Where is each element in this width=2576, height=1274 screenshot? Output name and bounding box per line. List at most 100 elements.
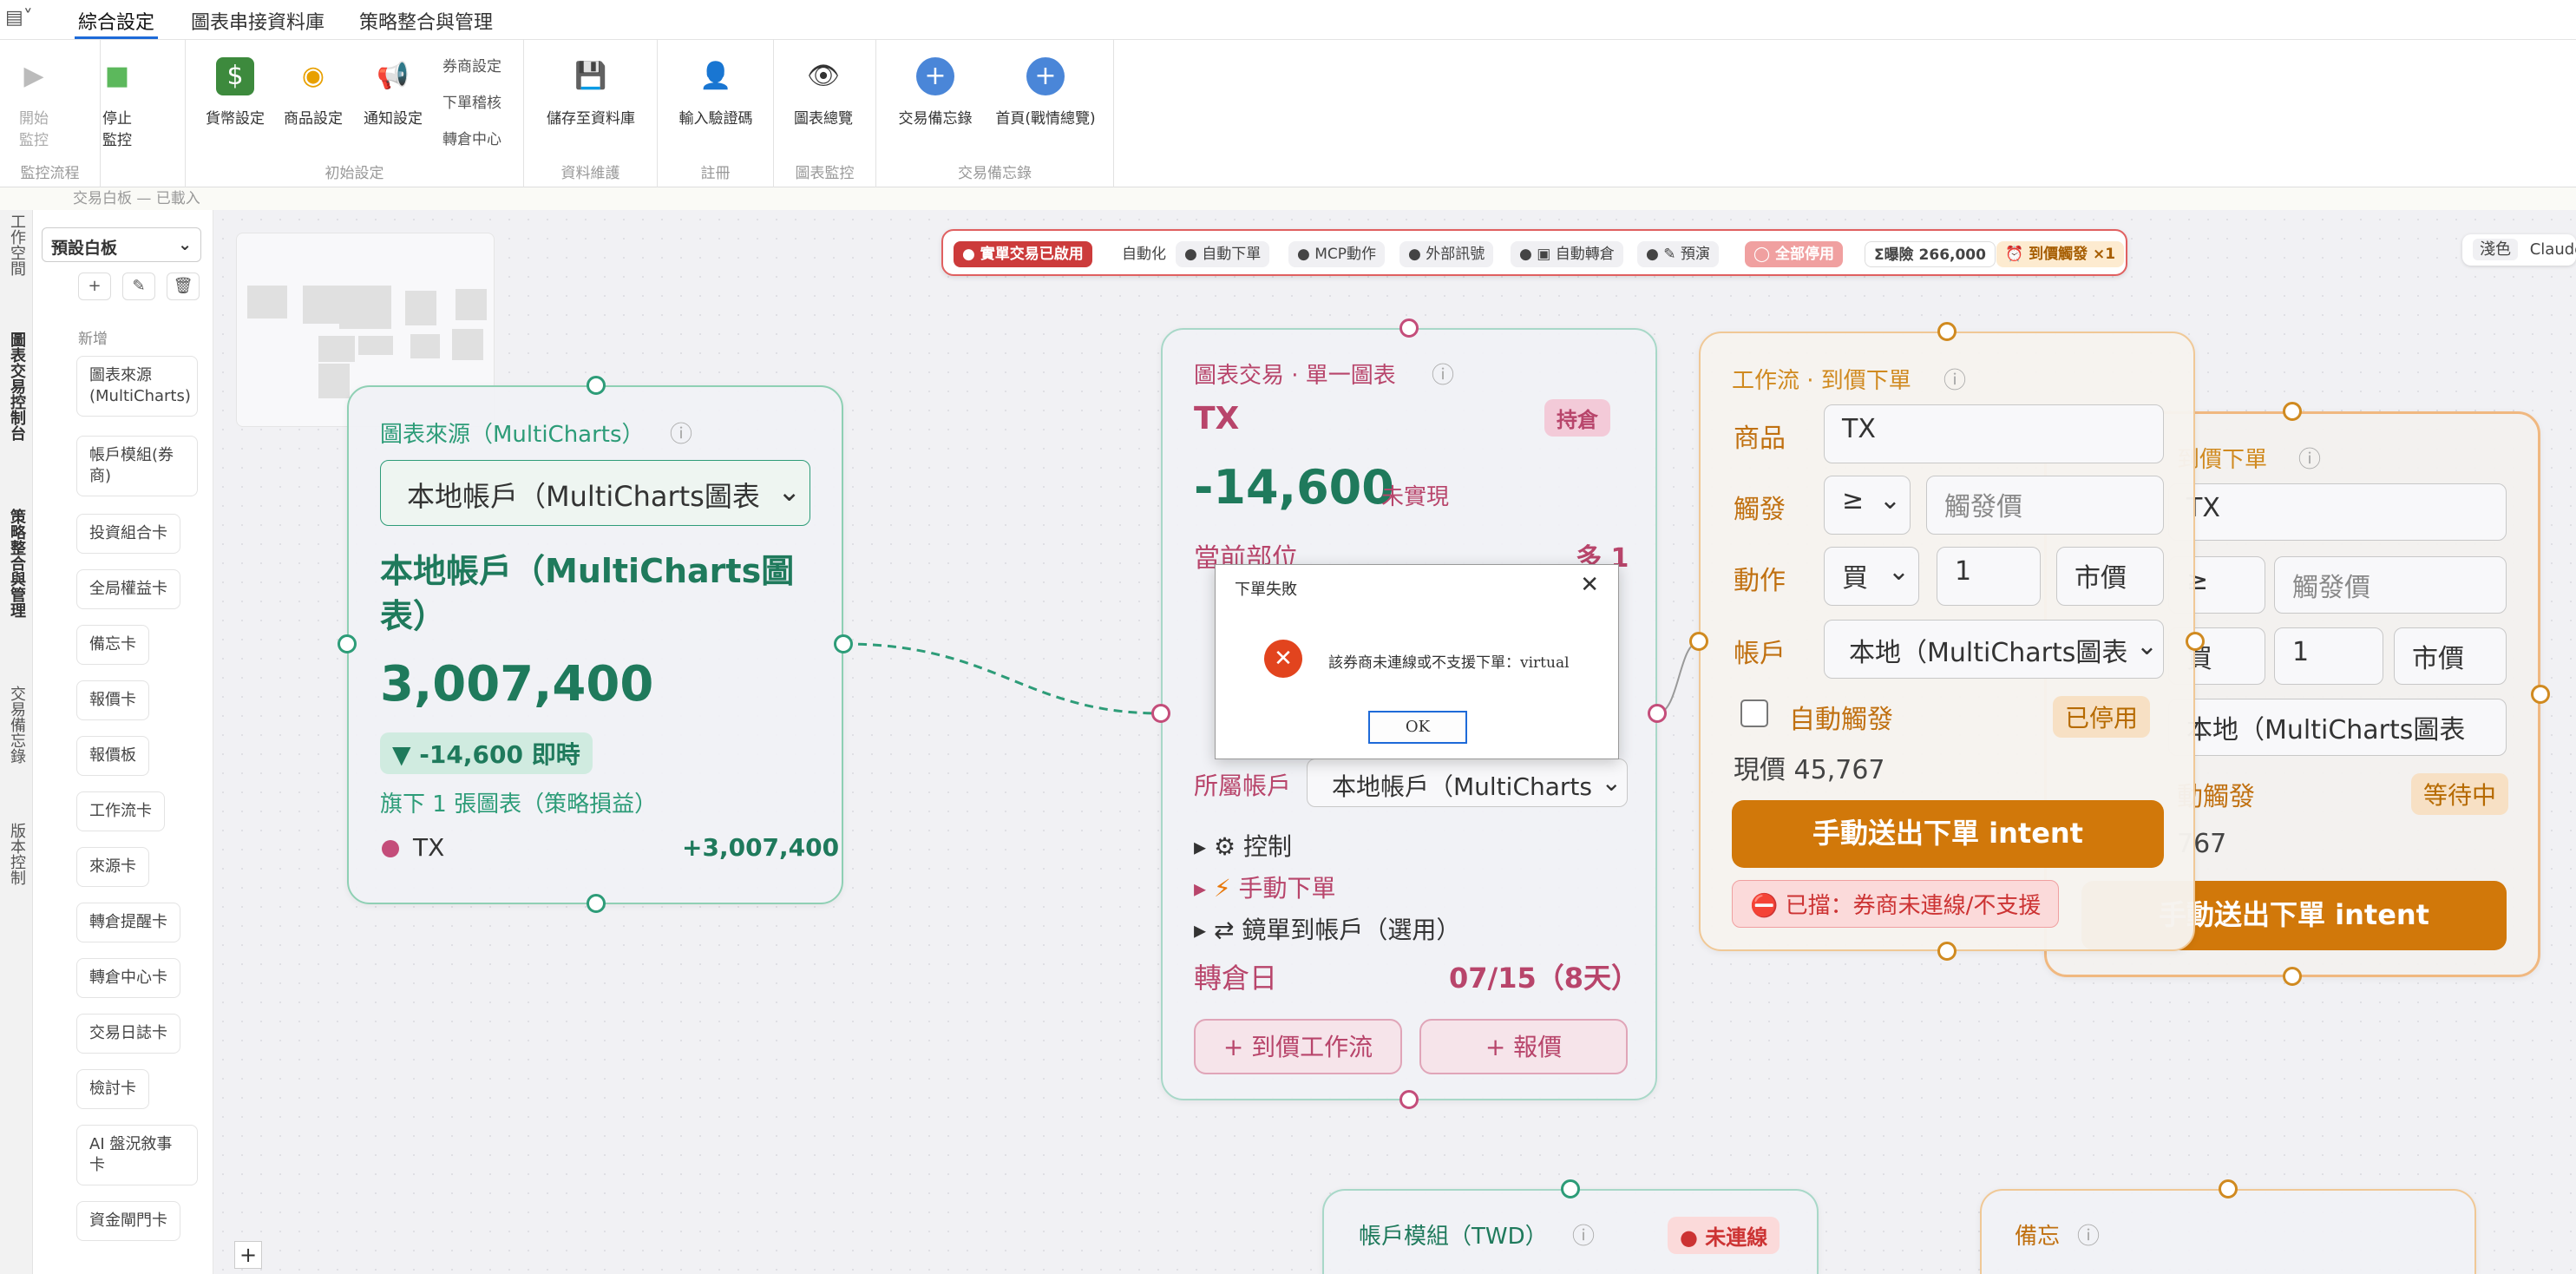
mcp-toggle[interactable]: ● MCP動作	[1288, 241, 1386, 267]
connector-handle[interactable]	[1399, 318, 1419, 338]
chart-account-select[interactable]: 本地帳戶（MultiCharts ⌄	[1307, 758, 1628, 807]
operator-select[interactable]: ≥ ⌄	[1824, 476, 1911, 535]
auto-order-toggle[interactable]: ● 自動下單	[1176, 241, 1270, 267]
auto-trigger-state: 已停用	[2053, 696, 2151, 738]
dialog-message: 該券商未連線或不支援下單：virtual	[1328, 654, 1570, 672]
connector-handle[interactable]	[1399, 1090, 1419, 1109]
minimap-node	[452, 329, 483, 360]
chevron-down-icon: ⌄	[777, 475, 801, 508]
preview-toggle[interactable]: ● ✎ 預演	[1637, 241, 1719, 267]
ok-button[interactable]: OK	[1368, 711, 1467, 744]
current-price: 現價 45,767	[1734, 755, 1885, 785]
connector-handle[interactable]	[587, 894, 606, 913]
add-workflow-button[interactable]: + 到價工作流	[1194, 1019, 1402, 1074]
action-value: 買	[1842, 563, 1868, 594]
close-icon[interactable]: ✕	[1580, 572, 1599, 598]
control-toggle[interactable]: ▸ ⚙ 控制	[1194, 828, 1292, 863]
info-icon[interactable]: ⓘ	[1432, 358, 1454, 390]
connector-handle[interactable]	[2283, 967, 2302, 986]
source-account-select[interactable]: 本地帳戶（MultiCharts圖表 ⌄	[380, 460, 810, 526]
account-label: 所屬帳戶	[1194, 772, 1292, 800]
trigger-price-input[interactable]: 觸發價	[1926, 476, 2164, 535]
holding-badge: 持倉	[1544, 399, 1610, 437]
operator-value: ≥	[1842, 485, 1865, 516]
ghost-trigger-input[interactable]: 觸發價	[2274, 556, 2507, 614]
minimap-node	[318, 336, 355, 362]
ghost-qty-input[interactable]: 1	[2274, 627, 2383, 685]
connector-handle[interactable]	[2283, 402, 2302, 421]
minimap-node	[339, 286, 391, 329]
auto-roll-label: 自動轉倉	[1555, 246, 1615, 263]
exposure-badge: Σ曝險 266,000	[1865, 241, 1996, 267]
ghost-type-select[interactable]: 市價	[2394, 627, 2507, 685]
live-trading-label: 實單交易已啟用	[980, 246, 1084, 263]
info-icon[interactable]: ⓘ	[2077, 1218, 2100, 1251]
info-icon[interactable]: ⓘ	[2298, 442, 2321, 474]
live-trading-badge[interactable]: ● 實單交易已啟用	[954, 241, 1092, 267]
mirror-toggle[interactable]: ▸ ⇄ 鏡單到帳戶（選用）	[1194, 911, 1460, 946]
auto-roll-toggle[interactable]: ● ▣ 自動轉倉	[1511, 241, 1623, 267]
series-dot	[382, 840, 399, 857]
info-icon[interactable]: ⓘ	[1572, 1218, 1595, 1251]
chart-card-title: 圖表交易 · 單一圖表	[1194, 363, 1396, 389]
connector-handle[interactable]	[2531, 685, 2550, 704]
connector-handle[interactable]	[1561, 1179, 1580, 1198]
action-label: 動作	[1734, 566, 1786, 596]
add-quote-button[interactable]: + 報價	[1419, 1019, 1628, 1074]
disconnected-badge: ● 未連線	[1668, 1217, 1780, 1254]
unrealized-label: 未實現	[1381, 484, 1450, 510]
add-card-button[interactable]: +	[234, 1241, 262, 1269]
connector-handle[interactable]	[1937, 942, 1957, 961]
chevron-down-icon: ⌄	[1878, 485, 1901, 516]
control-label: 控制	[1242, 832, 1292, 861]
source-row-symbol: TX	[413, 833, 445, 862]
connector-handle[interactable]	[2219, 1179, 2238, 1198]
model-label: Claude	[2529, 240, 2576, 259]
preview-label: 預演	[1680, 246, 1710, 263]
order-type-select[interactable]: 市價	[2056, 547, 2164, 606]
connector-handle[interactable]	[338, 634, 357, 653]
roll-date-value: 07/15（8天）	[1449, 962, 1640, 995]
quantity-input[interactable]: 1	[1937, 547, 2041, 606]
workflow-account-select[interactable]: 本地（MultiCharts圖表 ⌄	[1824, 620, 2164, 679]
minimap-node	[456, 289, 487, 320]
source-sub-label: 旗下 1 張圖表（策略損益）	[380, 791, 658, 818]
symbol-field[interactable]: TX	[1824, 404, 2164, 463]
dialog-title: 下單失敗	[1235, 581, 1297, 599]
source-card-title: 圖表來源（MultiCharts）	[380, 422, 645, 448]
price-trigger-badge[interactable]: ⏰ 到價觸發 ×1	[1996, 241, 2125, 267]
connector-handle[interactable]	[834, 634, 853, 653]
automation-toolbar: ● 實單交易已啟用 自動化 ● 自動下單 ● MCP動作 ● 外部訊號 ● ▣ …	[941, 229, 2127, 276]
workflow-card[interactable]: 工作流 · 到價下單 ⓘ 商品 TX 觸發 ≥ ⌄ 觸發價 動作 買 ⌄ 1 市價 …	[1699, 332, 2195, 951]
action-select[interactable]: 買 ⌄	[1824, 547, 1919, 606]
auto-trigger-checkbox[interactable]	[1740, 699, 1768, 727]
ghost-account-select[interactable]: 本地（MultiCharts圖表	[2168, 699, 2507, 756]
connector-handle[interactable]	[1151, 704, 1170, 723]
theme-light-toggle[interactable]: 淺色	[2473, 239, 2518, 260]
info-icon[interactable]: ⓘ	[670, 417, 692, 449]
disable-all-button[interactable]: ◯ 全部停用	[1745, 241, 1843, 267]
manual-order-toggle[interactable]: ▸ ⚡ 手動下單	[1194, 870, 1336, 904]
connector-handle[interactable]	[1648, 704, 1667, 723]
account-module-title: 帳戶模組（TWD）	[1359, 1224, 1548, 1250]
info-icon[interactable]: ⓘ	[1943, 363, 1966, 395]
mcp-label: MCP動作	[1314, 246, 1377, 263]
connector-handle[interactable]	[1937, 322, 1957, 341]
equity-value: 3,007,400	[380, 656, 654, 713]
connector-handle[interactable]	[2186, 632, 2205, 651]
memo-card[interactable]: 備忘 ⓘ	[1980, 1189, 2476, 1274]
external-signal-toggle[interactable]: ● 外部訊號	[1399, 241, 1494, 267]
auto-order-label: 自動下單	[1202, 246, 1262, 263]
theme-chip[interactable]: 淺色 Claude	[2462, 234, 2576, 266]
source-card[interactable]: 圖表來源（MultiCharts） ⓘ 本地帳戶（MultiCharts圖表 ⌄ …	[347, 385, 843, 904]
memo-title: 備忘	[2015, 1224, 2061, 1250]
account-module-card[interactable]: 帳戶模組（TWD） ⓘ ● 未連線	[1322, 1189, 1819, 1274]
ghost-symbol-field[interactable]: TX	[2168, 483, 2507, 541]
chevron-down-icon: ⌄	[1887, 556, 1910, 587]
connector-handle[interactable]	[587, 376, 606, 395]
minimap-node	[318, 364, 350, 398]
workflow-account-value: 本地（MultiCharts圖表	[1849, 638, 2128, 668]
send-order-button[interactable]: 手動送出下單 intent	[1732, 800, 2164, 868]
connector-handle[interactable]	[1689, 632, 1708, 651]
dashed-edge	[842, 642, 1162, 715]
